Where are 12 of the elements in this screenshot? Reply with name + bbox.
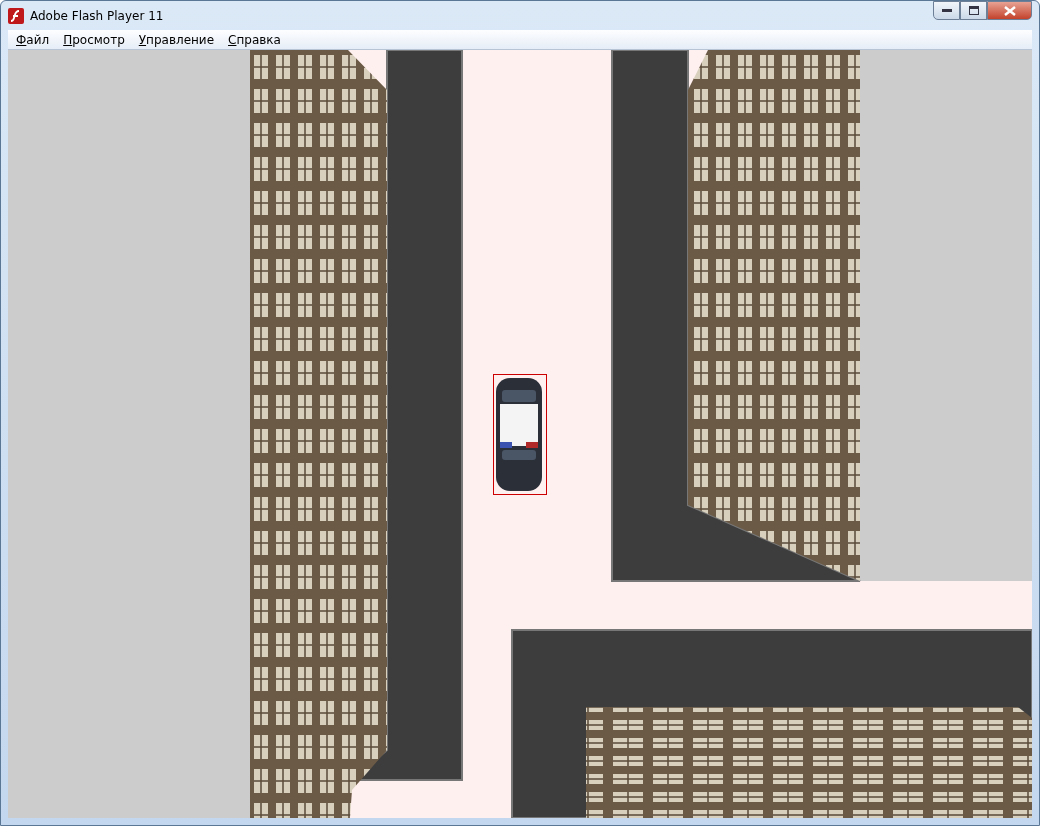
maximize-button[interactable] <box>960 1 987 20</box>
minimize-button[interactable] <box>933 1 960 20</box>
flash-logo-icon <box>8 7 24 24</box>
menu-item[interactable]: Управление <box>132 31 221 48</box>
menu-item[interactable]: Просмотр <box>57 31 131 48</box>
close-button[interactable] <box>987 1 1032 20</box>
menu-item[interactable]: Справка <box>222 31 287 48</box>
window-title: Adobe Flash Player 11 <box>30 8 164 23</box>
minimize-icon <box>941 8 952 13</box>
maximize-icon <box>968 6 979 15</box>
menu-item[interactable]: Файл <box>10 31 56 48</box>
close-icon <box>1003 5 1016 16</box>
